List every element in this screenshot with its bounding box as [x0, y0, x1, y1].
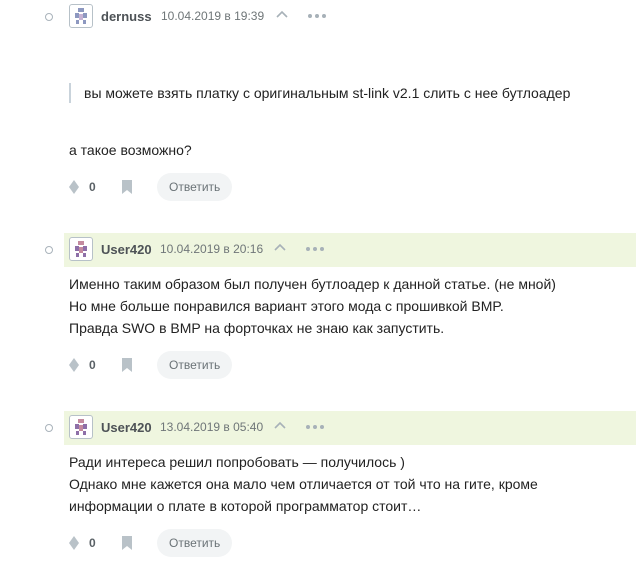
identicon-avatar-icon — [75, 8, 87, 24]
vote-diamond-icon[interactable] — [68, 357, 80, 373]
comment-1: dernuss 10.04.2019 в 19:39 вы можете взя… — [0, 0, 636, 201]
vote-diamond-icon[interactable] — [68, 179, 80, 195]
ellipsis-icon[interactable] — [304, 243, 326, 255]
avatar[interactable] — [69, 4, 93, 28]
comment-score: 0 — [89, 180, 96, 194]
comment-timestamp[interactable]: 13.04.2019 в 05:40 — [160, 420, 263, 434]
ellipsis-icon[interactable] — [306, 10, 328, 22]
thread-dot-icon — [45, 246, 53, 254]
comment-quote: вы можете взять платку с оригинальным st… — [69, 83, 570, 103]
thread-dot-icon — [45, 13, 53, 21]
comment-2: User420 10.04.2019 в 20:16 Именно таким … — [0, 233, 636, 379]
comment-text: а такое возможно? — [69, 142, 192, 158]
comment-line: Именно таким образом был получен бутлоад… — [69, 276, 556, 292]
comment-line: информации о плате в которой программато… — [69, 498, 422, 514]
comment-text: Ради интереса решил попробовать — получи… — [69, 451, 538, 517]
comment-line: Однако мне кажется она мало чем отличает… — [69, 476, 538, 492]
comment-header: User420 10.04.2019 в 20:16 — [0, 233, 636, 267]
vote-diamond-icon[interactable] — [68, 535, 80, 551]
thread-dot-icon — [45, 424, 53, 432]
reply-button[interactable]: Ответить — [157, 351, 233, 379]
comment-3: User420 13.04.2019 в 05:40 Ради интереса… — [0, 411, 636, 557]
comment-author[interactable]: dernuss — [101, 9, 152, 24]
comment-author[interactable]: User420 — [101, 242, 152, 257]
comment-line: Правда SWO в BMP на форточках не знаю ка… — [69, 320, 445, 336]
avatar[interactable] — [69, 237, 93, 261]
identicon-avatar-icon — [75, 241, 87, 257]
comment-header: User420 13.04.2019 в 05:40 — [0, 411, 636, 445]
chevron-up-icon[interactable] — [274, 7, 290, 23]
comment-line: Ради интереса решил попробовать — получи… — [69, 454, 405, 470]
chevron-up-icon[interactable] — [272, 418, 288, 434]
comment-author[interactable]: User420 — [101, 420, 152, 435]
ellipsis-icon[interactable] — [304, 421, 326, 433]
comment-line: Но мне больше понравился вариант этого м… — [69, 298, 504, 314]
comment-score: 0 — [89, 536, 96, 550]
bookmark-icon[interactable] — [121, 535, 133, 551]
avatar[interactable] — [69, 415, 93, 439]
comment-timestamp[interactable]: 10.04.2019 в 19:39 — [161, 9, 264, 23]
bookmark-icon[interactable] — [121, 357, 133, 373]
bookmark-icon[interactable] — [121, 179, 133, 195]
comment-score: 0 — [89, 358, 96, 372]
identicon-avatar-icon — [75, 419, 87, 435]
comments-thread: dernuss 10.04.2019 в 19:39 вы можете взя… — [0, 0, 636, 576]
chevron-up-icon[interactable] — [272, 240, 288, 256]
reply-button[interactable]: Ответить — [157, 529, 233, 557]
comment-text: Именно таким образом был получен бутлоад… — [69, 273, 556, 339]
comment-header: dernuss 10.04.2019 в 19:39 — [0, 0, 636, 34]
comment-timestamp[interactable]: 10.04.2019 в 20:16 — [160, 242, 263, 256]
reply-button[interactable]: Ответить — [157, 173, 233, 201]
